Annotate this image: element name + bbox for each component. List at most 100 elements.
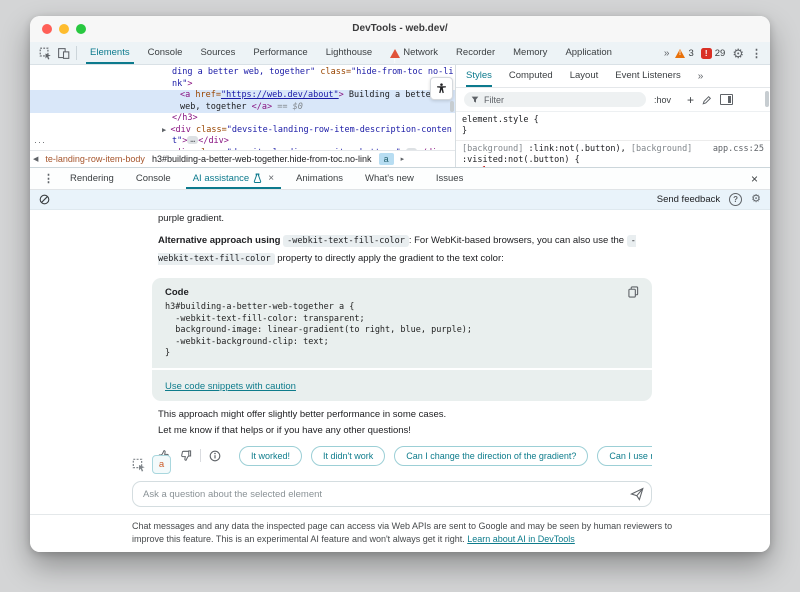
tree-line[interactable]: web, together </a> == $0: [30, 102, 455, 114]
feedback-row: It worked! It didn't work Can I change the…: [158, 445, 652, 467]
code-block-card: Code h3#building-a-better-web-together a…: [152, 278, 652, 401]
filter-funnel-icon: [471, 96, 479, 104]
tab-console[interactable]: Console: [139, 42, 192, 64]
breadcrumb-item[interactable]: h3#building-a-better-web-together.hide-f…: [152, 154, 372, 164]
drawer-tab-issues[interactable]: Issues: [425, 168, 474, 189]
ai-chat-area: purple gradient. Alternative approach us…: [30, 210, 770, 514]
styles-scrollbar[interactable]: [765, 91, 769, 107]
css-source-link[interactable]: app.css:25: [713, 144, 764, 155]
send-message-icon[interactable]: [630, 487, 644, 501]
breadcrumb-item[interactable]: a: [379, 153, 394, 165]
close-tab-icon[interactable]: ×: [268, 168, 274, 189]
drawer-tabs: RenderingConsoleAI assistance×Animations…: [59, 168, 474, 189]
tree-line[interactable]: ▶ <div class="devsite-landing-row-item-d…: [30, 125, 455, 137]
tree-line[interactable]: </h3>: [30, 113, 455, 125]
issues-counter[interactable]: ! 29: [701, 48, 726, 59]
customize-menu-icon[interactable]: ⋮: [751, 47, 762, 60]
drawer-tab-console[interactable]: Console: [125, 168, 182, 189]
panels-row: ··· ding a better web, together" class="…: [30, 65, 770, 167]
close-drawer-icon[interactable]: ×: [747, 172, 762, 186]
zoom-window-button[interactable]: [76, 24, 86, 34]
tab-memory[interactable]: Memory: [504, 42, 556, 64]
toggle-hover-state-button[interactable]: :hov: [654, 95, 671, 105]
tab-sources[interactable]: Sources: [191, 42, 244, 64]
warning-icon: [675, 49, 685, 58]
chat-input[interactable]: [132, 481, 652, 507]
code-caution-row: Use code snippets with caution: [152, 368, 652, 401]
styles-more-tabs-button[interactable]: »: [698, 71, 703, 82]
suggestion-chip[interactable]: It worked!: [239, 446, 302, 466]
tab-network[interactable]: Network: [381, 42, 447, 64]
drawer: ⋮ RenderingConsoleAI assistance×Animatio…: [30, 167, 770, 552]
inspect-element-icon[interactable]: [36, 44, 54, 62]
drawer-tab-animations[interactable]: Animations: [285, 168, 354, 189]
report-info-icon[interactable]: [209, 450, 221, 462]
copy-code-icon[interactable]: [628, 286, 639, 298]
tab-performance[interactable]: Performance: [244, 42, 316, 64]
tab-elements[interactable]: Elements: [81, 42, 139, 64]
main-toolbar: ElementsConsoleSourcesPerformanceLightho…: [30, 42, 770, 65]
tab-application[interactable]: Application: [556, 42, 620, 64]
breadcrumb-back-icon[interactable]: ◀: [33, 155, 38, 163]
tree-line[interactable]: t">…</div>: [30, 136, 455, 148]
drawer-menu-icon[interactable]: ⋮: [38, 172, 59, 185]
panel-tabs: ElementsConsoleSourcesPerformanceLightho…: [81, 42, 621, 64]
tree-line[interactable]: <a href="https://web.dev/about"> Buildin…: [30, 90, 455, 102]
code-caution-link[interactable]: Use code snippets with caution: [165, 381, 296, 392]
assistant-message: Let me know if that helps or if you have…: [158, 425, 652, 436]
style-editor-icon[interactable]: [702, 95, 712, 105]
tab-lighthouse[interactable]: Lighthouse: [317, 42, 381, 64]
selected-element-chip[interactable]: a: [152, 455, 171, 474]
elements-panel[interactable]: ··· ding a better web, together" class="…: [30, 65, 456, 167]
tab-recorder[interactable]: Recorder: [447, 42, 504, 64]
previous-message-fragment: purple gradient.: [158, 213, 652, 224]
device-toolbar-icon[interactable]: [54, 44, 72, 62]
styles-tab-layout[interactable]: Layout: [570, 65, 599, 87]
code-block-content[interactable]: h3#building-a-better-web-together a { -w…: [165, 302, 639, 360]
tree-line[interactable]: ding a better web, together" class="hide…: [30, 67, 455, 79]
suggestion-chip[interactable]: Can I change the direction of the gradie…: [394, 446, 588, 466]
inspect-element-icon[interactable]: [132, 458, 146, 472]
accessibility-overlay-button[interactable]: [430, 77, 453, 100]
assistant-message: This approach might offer slightly bette…: [158, 409, 652, 420]
clear-chat-icon[interactable]: [39, 194, 50, 205]
selected-element-context: a: [132, 455, 171, 474]
ai-settings-gear-icon[interactable]: ⚙: [751, 194, 761, 205]
styles-tab-event-listeners[interactable]: Event Listeners: [615, 65, 680, 87]
issue-icon: !: [701, 48, 712, 59]
drawer-tab-bar: ⋮ RenderingConsoleAI assistance×Animatio…: [30, 168, 770, 190]
suggestion-chip[interactable]: It didn't work: [311, 446, 385, 466]
ai-flask-icon: [253, 173, 262, 184]
styles-tab-styles[interactable]: Styles: [466, 65, 492, 87]
window-title: DevTools - web.dev/: [30, 16, 770, 42]
css-rule[interactable]: [background] :link:not(.button), [backgr…: [456, 141, 770, 167]
thumbs-down-icon[interactable]: [179, 449, 192, 462]
breadcrumb-item[interactable]: te-landing-row-item-body: [45, 154, 145, 164]
ai-assistance-toolbar: Send feedback ? ⚙: [30, 190, 770, 210]
drawer-tab-rendering[interactable]: Rendering: [59, 168, 125, 189]
send-feedback-link[interactable]: Send feedback: [657, 194, 720, 205]
help-icon[interactable]: ?: [729, 193, 742, 206]
settings-gear-icon[interactable]: ⚙: [732, 47, 744, 60]
warnings-counter[interactable]: 3: [675, 48, 693, 59]
minimize-window-button[interactable]: [59, 24, 69, 34]
drawer-tab-what's-new[interactable]: What's new: [354, 168, 425, 189]
styles-tab-computed[interactable]: Computed: [509, 65, 553, 87]
devtools-window: DevTools - web.dev/ ElementsConsoleSourc…: [30, 16, 770, 552]
drawer-tab-ai-assistance[interactable]: AI assistance×: [182, 168, 285, 189]
tree-line[interactable]: nk">: [30, 79, 455, 91]
new-style-rule-button[interactable]: +: [687, 93, 694, 107]
elements-scrollbar[interactable]: [450, 101, 454, 112]
collapsed-node-marker[interactable]: ···: [34, 137, 46, 147]
suggestion-chip[interactable]: Can I use more than: [597, 446, 652, 466]
style-filter-input[interactable]: Filter: [464, 92, 646, 107]
learn-about-ai-link[interactable]: Learn about AI in DevTools: [467, 534, 575, 544]
computed-sidebar-toggle-icon[interactable]: [720, 94, 733, 105]
more-tabs-button[interactable]: »: [664, 48, 669, 59]
feedback-divider: [200, 449, 201, 462]
breadcrumb-forward-icon[interactable]: ▸: [401, 155, 405, 163]
code-block-title: Code: [165, 287, 189, 298]
inline-code: -webkit-text-fill-color: [283, 235, 409, 247]
close-window-button[interactable]: [42, 24, 52, 34]
element-style-rule[interactable]: element.style { }: [456, 112, 770, 141]
